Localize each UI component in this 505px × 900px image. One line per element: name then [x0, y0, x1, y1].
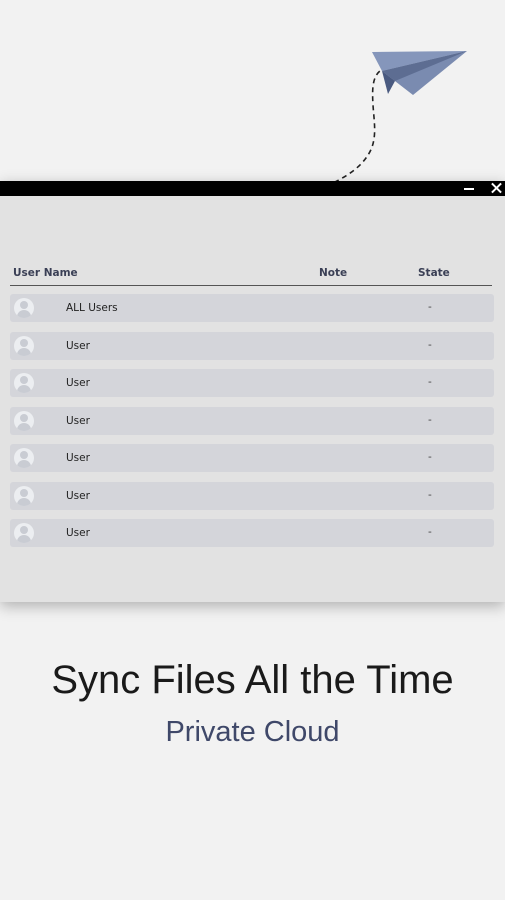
user-name: User [66, 377, 90, 389]
avatar-icon [14, 410, 34, 431]
column-header-user-name: User Name [13, 267, 78, 279]
user-state: - [428, 451, 432, 463]
promo-headline: Sync Files All the Time [51, 658, 454, 702]
user-name: User [66, 339, 90, 352]
column-header-note: Note [319, 267, 348, 279]
user-row[interactable]: User - [10, 481, 494, 510]
user-state: - [428, 413, 432, 426]
table-header: User Name Note State [10, 265, 492, 286]
paper-plane-icon [325, 51, 467, 187]
user-list: ALL Users - User - User - User - User - … [10, 294, 494, 557]
user-row[interactable]: User - [10, 444, 494, 472]
user-row[interactable]: User - [10, 519, 494, 547]
avatar-icon [14, 373, 34, 393]
user-row[interactable]: User - [10, 369, 494, 397]
user-state: - [428, 338, 432, 351]
promo-subline: Private Cloud [165, 716, 340, 748]
window-titlebar [0, 181, 505, 196]
avatar-icon [14, 485, 34, 506]
user-state: - [428, 301, 432, 313]
avatar-icon [14, 335, 34, 356]
avatar-icon [14, 298, 34, 318]
avatar-icon [14, 523, 34, 543]
avatar-icon [14, 448, 34, 468]
user-name: User [66, 527, 90, 539]
user-row[interactable]: User - [10, 406, 494, 435]
user-row[interactable]: ALL Users - [10, 294, 494, 322]
user-state: - [428, 376, 432, 388]
user-name: User [66, 489, 90, 502]
user-state: - [428, 488, 432, 501]
user-state: - [428, 526, 432, 538]
close-icon[interactable] [488, 181, 505, 196]
minimize-icon[interactable] [460, 181, 478, 196]
user-name: User [66, 452, 90, 464]
user-row[interactable]: User - [10, 331, 494, 360]
app-window: User Name Note State ALL Users - User - … [0, 181, 505, 602]
user-name: ALL Users [66, 302, 118, 314]
column-header-state: State [418, 267, 450, 279]
user-name: User [66, 414, 90, 427]
